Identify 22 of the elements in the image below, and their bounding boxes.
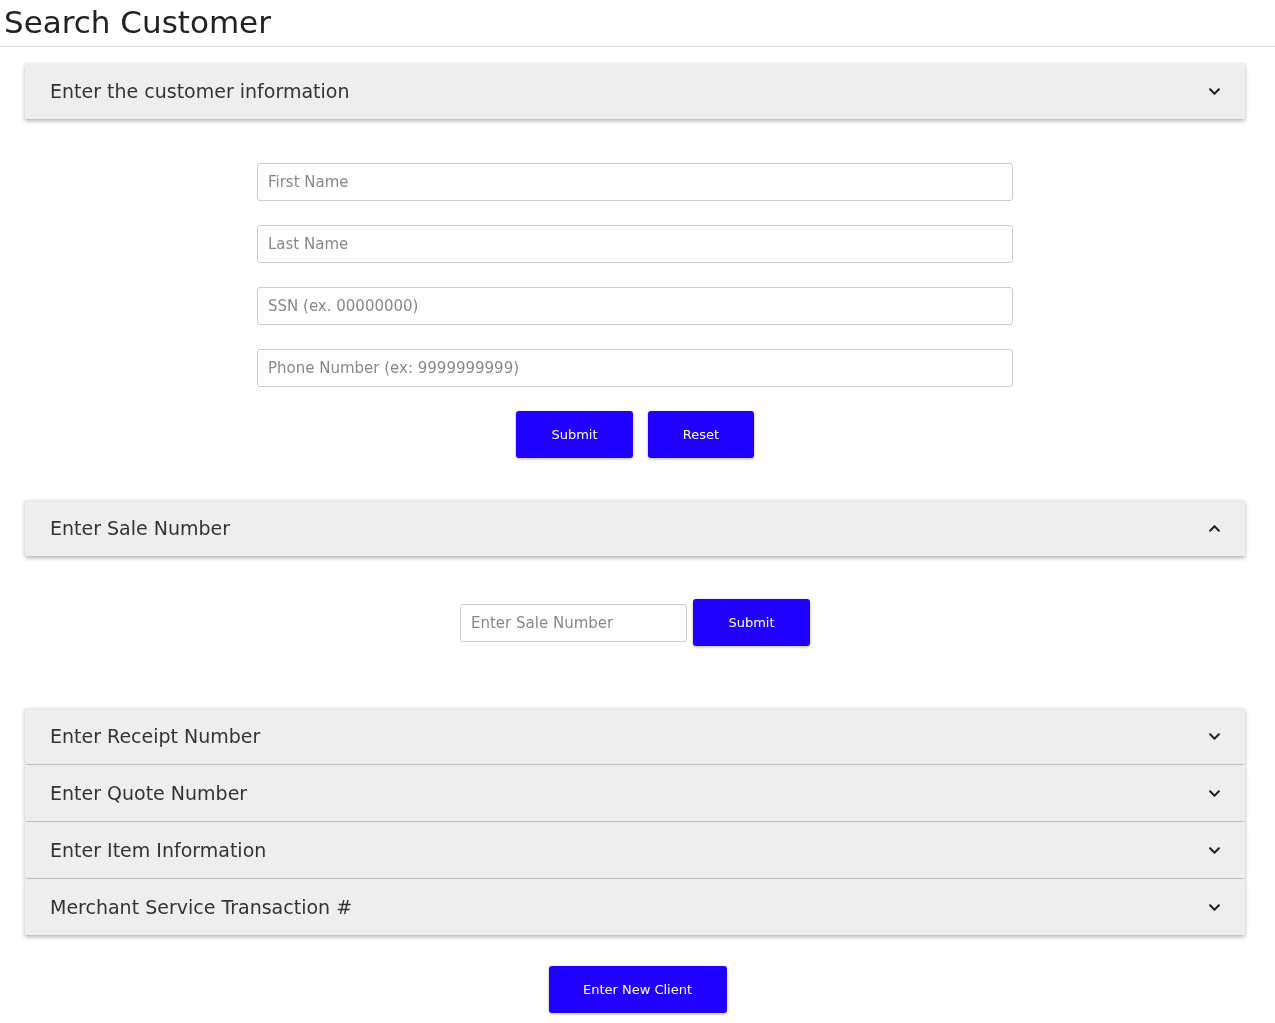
input-field[interactable]: Phone Number (ex: 9999999999) (257, 349, 1013, 387)
accordion-header[interactable]: Enter Item Information (25, 822, 1245, 878)
input-field[interactable]: Last Name (257, 225, 1013, 263)
accordion-title: Enter the customer information (50, 80, 350, 102)
accordion-header[interactable]: Enter Receipt Number (25, 708, 1245, 764)
accordion-title: Enter Receipt Number (50, 725, 261, 747)
page-title: Search Customer (4, 4, 272, 40)
input-field[interactable]: SSN (ex. 00000000) (257, 287, 1013, 325)
input-field[interactable]: Enter Sale Number (460, 603, 687, 642)
input-field[interactable]: First Name (257, 163, 1013, 201)
accordion-title: Enter Quote Number (50, 782, 248, 804)
new-client-button[interactable]: Enter New Client (548, 966, 727, 1013)
accordion-header[interactable]: Enter Sale Number (25, 500, 1245, 556)
form-button[interactable]: Submit (693, 599, 810, 646)
accordion-header[interactable]: Merchant Service Transaction # (25, 879, 1245, 935)
accordion-title: Enter Sale Number (50, 517, 231, 539)
form-button[interactable]: Reset (648, 411, 754, 458)
form-button[interactable]: Submit (516, 411, 633, 458)
accordion-header[interactable]: Enter the customer information (25, 63, 1245, 119)
accordion-header[interactable]: Enter Quote Number (25, 765, 1245, 821)
accordion-title: Enter Item Information (50, 839, 267, 861)
accordion-title: Merchant Service Transaction # (50, 896, 353, 918)
